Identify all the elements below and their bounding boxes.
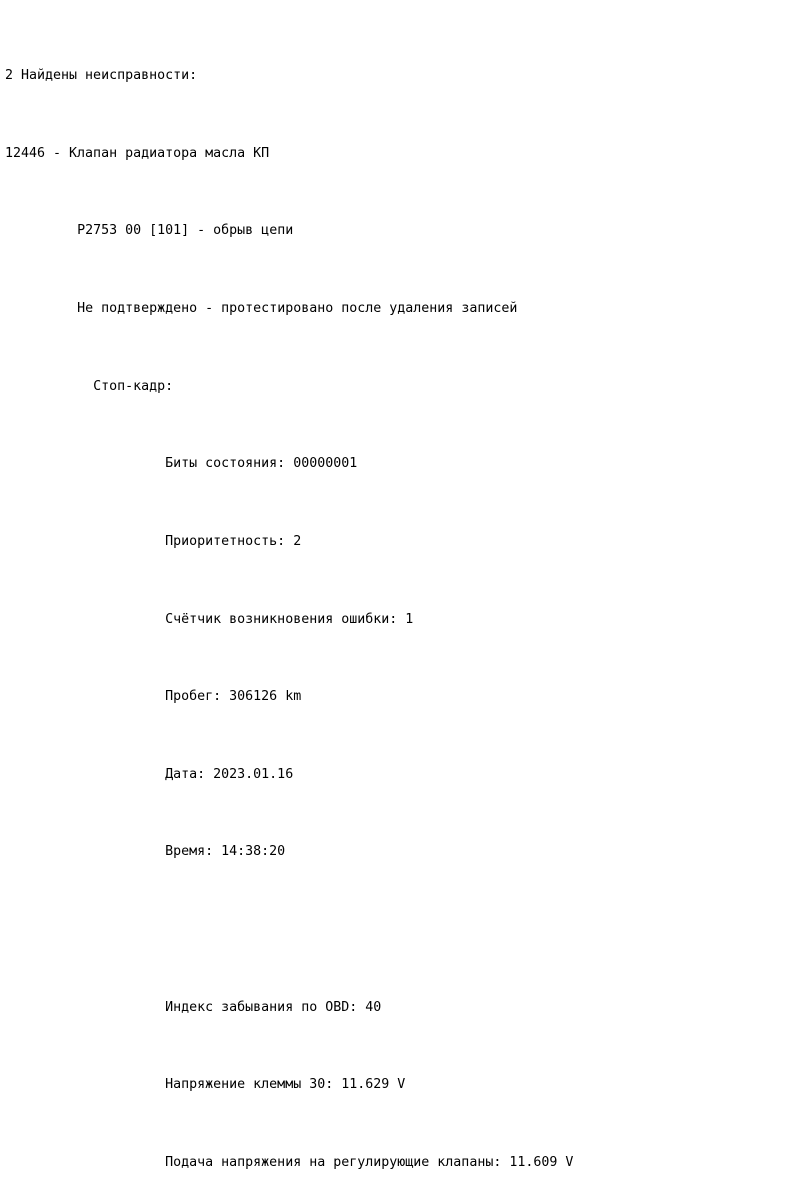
freeze-frame-label-line: Стоп-кадр:	[5, 377, 809, 396]
freeze-frame-value: Биты состояния: 00000001	[165, 456, 358, 472]
freeze-frame-line-5: Время: 14:38:20	[5, 842, 809, 861]
freeze-frame-line-2: Счётчик возникновения ошибки: 1	[5, 610, 809, 629]
measured-value-line-2: Подача напряжения на регулирующие клапан…	[5, 1153, 809, 1172]
fault-status-text: Не подтверждено - протестировано после у…	[77, 301, 518, 317]
fault-status-line: Не подтверждено - протестировано после у…	[5, 299, 809, 318]
freeze-frame-label: Стоп-кадр:	[93, 378, 174, 394]
indent-level2	[5, 379, 93, 394]
freeze-frame-value: Счётчик возникновения ошибки: 1	[165, 611, 414, 627]
indent-level3	[5, 534, 165, 549]
freeze-frame-value: Время: 14:38:20	[165, 844, 286, 860]
indent-level3	[5, 689, 165, 704]
fault-count-line: 2 Найдены неисправности:	[5, 68, 198, 84]
report-text-body: 2 Найдены неисправности: 12446 - Клапан …	[5, 8, 809, 1204]
dtc-text: P2753 00 [101] - обрыв цепи	[77, 223, 294, 239]
fault-code-line: 12446 - Клапан радиатора масла КП	[5, 145, 270, 161]
freeze-frame-line-1: Приоритетность: 2	[5, 532, 809, 551]
measured-value-line-0: Индекс забывания по OBD: 40	[5, 998, 809, 1017]
freeze-frame-line-0: Биты состояния: 00000001	[5, 454, 809, 473]
indent-level3	[5, 1000, 165, 1015]
measured-value: Подача напряжения на регулирующие клапан…	[165, 1154, 574, 1170]
indent-level3	[5, 767, 165, 782]
indent-level3	[5, 612, 165, 627]
indent-level3	[5, 844, 165, 859]
dtc-line: P2753 00 [101] - обрыв цепи	[5, 221, 809, 240]
indent-level1	[5, 301, 77, 316]
indent-level3	[5, 456, 165, 471]
measured-value-line-1: Напряжение клеммы 30: 11.629 V	[5, 1075, 809, 1094]
freeze-frame-value: Пробег: 306126 km	[165, 689, 302, 705]
indent-level1	[5, 223, 77, 238]
freeze-frame-line-3: Пробег: 306126 km	[5, 687, 809, 706]
freeze-frame-value: Приоритетность: 2	[165, 533, 302, 549]
measured-value: Напряжение клеммы 30: 11.629 V	[165, 1077, 406, 1093]
blank-separator-line	[5, 920, 809, 939]
indent-level3	[5, 1077, 165, 1092]
indent-level3	[5, 1155, 165, 1170]
freeze-frame-value: Дата: 2023.01.16	[165, 766, 294, 782]
freeze-frame-line-4: Дата: 2023.01.16	[5, 765, 809, 784]
measured-value: Индекс забывания по OBD: 40	[165, 999, 382, 1015]
diagnostic-report-page: 2 Найдены неисправности: 12446 - Клапан …	[0, 0, 809, 1170]
